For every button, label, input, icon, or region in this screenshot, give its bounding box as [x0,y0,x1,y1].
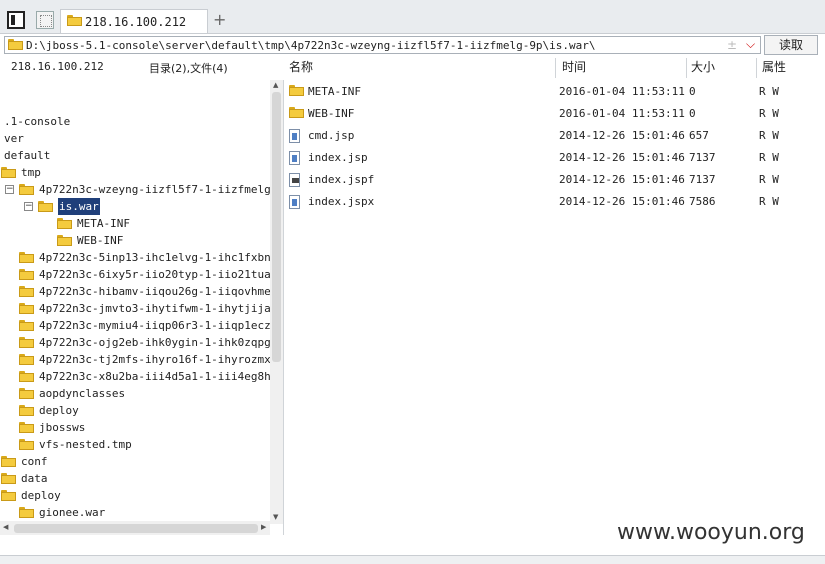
folder-icon [19,337,34,348]
file-row[interactable]: index.jspf 2014-12-26 15:01:46 7137 R W [284,169,825,191]
chevron-down-icon[interactable]: ⌵ [746,37,755,52]
address-bar[interactable]: D:\jboss-5.1-console\server\default\tmp\… [4,36,761,54]
folder-icon [19,286,34,297]
tree-vertical-scrollbar[interactable]: ▲ ▼ [270,80,283,524]
watermark: www.wooyun.org [617,520,805,545]
folder-icon [1,473,16,484]
host-label: 218.16.100.212 [11,60,104,73]
folder-icon [67,15,82,26]
folder-icon [8,39,23,50]
file-icon [289,195,300,209]
folder-icon [19,405,34,416]
folder-icon [19,252,34,263]
folder-icon [19,184,34,195]
scroll-thumb[interactable] [14,524,258,533]
file-icon [289,173,300,187]
file-row[interactable]: META-INF 2016-01-04 11:53:11 0 R W [284,81,825,103]
tab-bar: 218.16.100.212 + [0,0,825,34]
folder-icon [19,507,34,518]
scroll-down-icon[interactable]: ▼ [273,513,278,521]
folder-icon [19,388,34,399]
folder-icon [289,85,304,96]
folder-icon [19,371,34,382]
column-divider[interactable] [686,58,687,78]
folder-icon [19,422,34,433]
file-row[interactable]: index.jspx 2014-12-26 15:01:46 7586 R W [284,191,825,213]
folder-icon [19,303,34,314]
column-size[interactable]: 大小 [691,58,715,78]
collapse-icon[interactable]: − [5,185,14,194]
folder-icon [19,269,34,280]
column-name[interactable]: 名称 [289,58,313,78]
folder-icon [19,439,34,450]
file-row[interactable]: WEB-INF 2016-01-04 11:53:11 0 R W [284,103,825,125]
folder-icon [38,201,53,212]
collapse-icon[interactable]: − [24,202,33,211]
scroll-left-icon[interactable]: ◀ [3,523,8,531]
tree-horizontal-scrollbar[interactable]: ◀ ▶ [0,521,270,535]
folder-tree: .1-console ver default tmp − 4p722n3c-wz… [0,80,284,535]
column-time[interactable]: 时间 [562,58,586,78]
folder-icon [19,320,34,331]
scroll-right-icon[interactable]: ▶ [261,523,266,531]
file-row[interactable]: cmd.jsp 2014-12-26 15:01:46 657 R W [284,125,825,147]
folder-icon [19,354,34,365]
folder-icon [1,167,16,178]
folder-icon [57,218,72,229]
column-divider[interactable] [555,58,556,78]
tab-label: 218.16.100.212 [85,15,187,29]
panel-toggle-icon[interactable] [7,11,25,29]
summary-label: 目录(2),文件(4) [149,62,228,75]
file-row[interactable]: index.jsp 2014-12-26 15:01:46 7137 R W [284,147,825,169]
read-button[interactable]: 读取 [764,35,818,55]
column-divider[interactable] [756,58,757,78]
new-window-icon[interactable] [36,11,54,29]
column-attr[interactable]: 属性 [762,58,786,78]
folder-icon [289,107,304,118]
folder-icon [1,490,16,501]
folder-icon [57,235,72,246]
file-icon [289,151,300,165]
file-icon [289,129,300,143]
tab-host[interactable]: 218.16.100.212 [60,9,208,33]
scroll-up-icon[interactable]: ▲ [273,81,278,89]
address-input[interactable]: D:\jboss-5.1-console\server\default\tmp\… [26,39,596,52]
bookmark-icon[interactable]: ± [727,38,737,52]
scroll-thumb[interactable] [272,92,281,362]
add-tab-button[interactable]: + [213,11,226,29]
folder-icon [1,456,16,467]
